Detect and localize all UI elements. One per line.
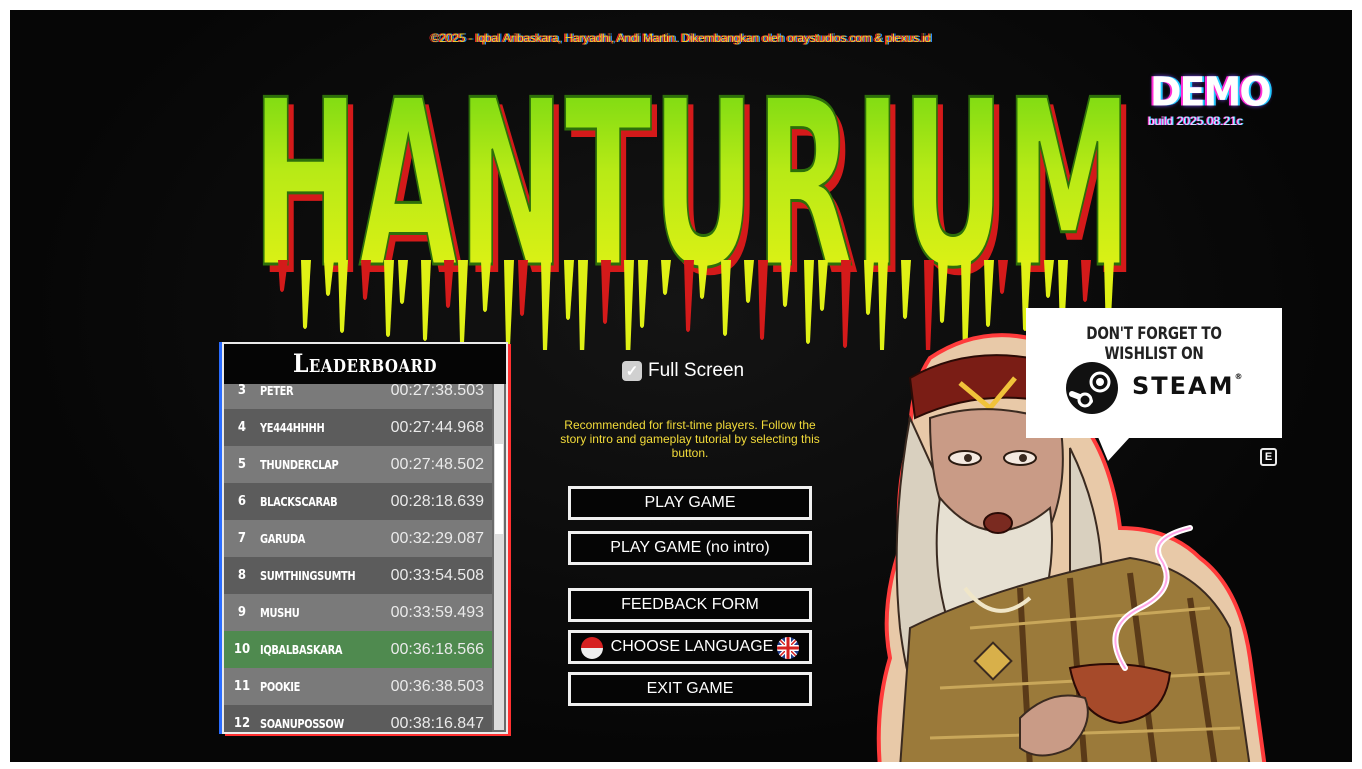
- leaderboard-rank: 8: [237, 568, 247, 583]
- leaderboard-time: 00:27:48.502: [390, 455, 484, 473]
- leaderboard-rank: 4: [237, 420, 247, 435]
- leaderboard-rank: 6: [237, 494, 247, 509]
- leaderboard-time: 00:38:16.847: [390, 714, 484, 732]
- play-game-button[interactable]: PLAY GAME: [568, 486, 812, 520]
- leaderboard-list: 3 PETER 00:27:38.503 4 YE444HHHH 00:27:44.968…: [224, 372, 492, 732]
- credits-text: ©2025 - Iqbal Aribaskara, Haryadhi, Andi…: [430, 31, 932, 45]
- leaderboard-player-name: IQBALBASKARA: [260, 642, 343, 657]
- leaderboard-time: 00:27:38.503: [390, 381, 484, 399]
- game-screen: ©2025 - Iqbal Aribaskara, Haryadhi, Andi…: [10, 10, 1352, 762]
- leaderboard-player-name: THUNDERCLAP: [260, 457, 339, 472]
- leaderboard-rank: 12: [233, 716, 251, 731]
- leaderboard-rank: 5: [237, 457, 247, 472]
- leaderboard-rank: 11: [233, 679, 251, 694]
- leaderboard-player-name: MUSHU: [260, 605, 300, 620]
- steam-logo-icon: [1066, 362, 1118, 414]
- leaderboard-time: 00:28:18.639: [390, 492, 484, 510]
- leaderboard-player-name: PETER: [260, 383, 294, 398]
- demo-label: DEMO: [1150, 68, 1272, 116]
- leaderboard-row: 10 IQBALBASKARA 00:36:18.566: [224, 631, 492, 668]
- leaderboard-time: 00:33:59.493: [390, 603, 484, 621]
- leaderboard-player-name: YE444HHHH: [260, 420, 325, 435]
- leaderboard-rank: 10: [233, 642, 251, 657]
- leaderboard-header: Leaderboard: [224, 344, 506, 384]
- play-game-no-intro-button[interactable]: PLAY GAME (no intro): [568, 531, 812, 565]
- uk-flag-icon: [777, 637, 799, 659]
- wishlist-bubble-tail: [1098, 437, 1130, 461]
- leaderboard-row: 11 POOKIE 00:36:38.503: [224, 668, 492, 705]
- leaderboard-time: 00:27:44.968: [390, 418, 484, 436]
- leaderboard-row: 6 BLACKSCARAB 00:28:18.639: [224, 483, 492, 520]
- play-game-no-intro-label: PLAY GAME (no intro): [610, 539, 770, 556]
- leaderboard-time: 00:32:29.087: [390, 529, 484, 547]
- wishlist-text: DON'T FORGET TO WISHLIST ON: [1086, 324, 1222, 364]
- leaderboard-scroll-thumb[interactable]: [495, 444, 503, 534]
- choose-language-button[interactable]: CHOOSE LANGUAGE: [568, 630, 812, 664]
- play-game-label: PLAY GAME: [644, 494, 736, 511]
- steam-brand-label: STEAM®: [1132, 372, 1245, 400]
- leaderboard-row: 12 SOANUPOSSOW 00:38:16.847: [224, 705, 492, 732]
- leaderboard-panel[interactable]: Leaderboard 3 PETER 00:27:38.503 4 YE444HHHH…: [222, 342, 508, 734]
- leaderboard-player-name: GARUDA: [260, 531, 306, 546]
- exit-game-button[interactable]: EXIT GAME: [568, 672, 812, 706]
- exit-game-label: EXIT GAME: [646, 680, 734, 697]
- leaderboard-row: 8 SUMTHINGSUMTH 00:33:54.508: [224, 557, 492, 594]
- leaderboard-row: 9 MUSHU 00:33:59.493: [224, 594, 492, 631]
- leaderboard-row: 7 GARUDA 00:32:29.087: [224, 520, 492, 557]
- leaderboard-player-name: SUMTHINGSUMTH: [260, 568, 356, 583]
- feedback-form-button[interactable]: FEEDBACK FORM: [568, 588, 812, 622]
- leaderboard-title: Leaderboard: [292, 349, 438, 379]
- choose-language-label: CHOOSE LANGUAGE: [610, 638, 774, 655]
- feedback-form-label: FEEDBACK FORM: [621, 596, 759, 613]
- leaderboard-rank: 7: [237, 531, 247, 546]
- leaderboard-scrollbar[interactable]: [494, 384, 504, 730]
- fullscreen-checkbox[interactable]: ✓: [622, 361, 642, 381]
- leaderboard-player-name: SOANUPOSSOW: [260, 716, 344, 731]
- demo-badge: DEMO build 2025.08.21c: [1148, 68, 1272, 140]
- steam-wishlist-banner[interactable]: DON'T FORGET TO WISHLIST ON STEAM®: [1026, 308, 1282, 438]
- game-logo: HANTURIUM HANTURIUM: [238, 50, 1150, 350]
- leaderboard-player-name: POOKIE: [260, 679, 300, 694]
- leaderboard-time: 00:36:18.566: [390, 640, 484, 658]
- leaderboard-row: 5 THUNDERCLAP 00:27:48.502: [224, 446, 492, 483]
- fullscreen-label: Full Screen: [648, 360, 745, 381]
- build-label: build 2025.08.21c: [1148, 114, 1243, 128]
- leaderboard-rank: 9: [237, 605, 247, 620]
- key-hint-e: E: [1260, 448, 1277, 466]
- indonesia-flag-icon: [581, 637, 603, 659]
- leaderboard-time: 00:36:38.503: [390, 677, 484, 695]
- leaderboard-time: 00:33:54.508: [390, 566, 484, 584]
- fullscreen-toggle[interactable]: ✓ Full Screen: [622, 360, 744, 382]
- leaderboard-player-name: BLACKSCARAB: [260, 494, 338, 509]
- leaderboard-rank: 3: [237, 383, 247, 398]
- leaderboard-row: 4 YE444HHHH 00:27:44.968: [224, 409, 492, 446]
- recommendation-text: Recommended for first-time players. Foll…: [560, 418, 820, 460]
